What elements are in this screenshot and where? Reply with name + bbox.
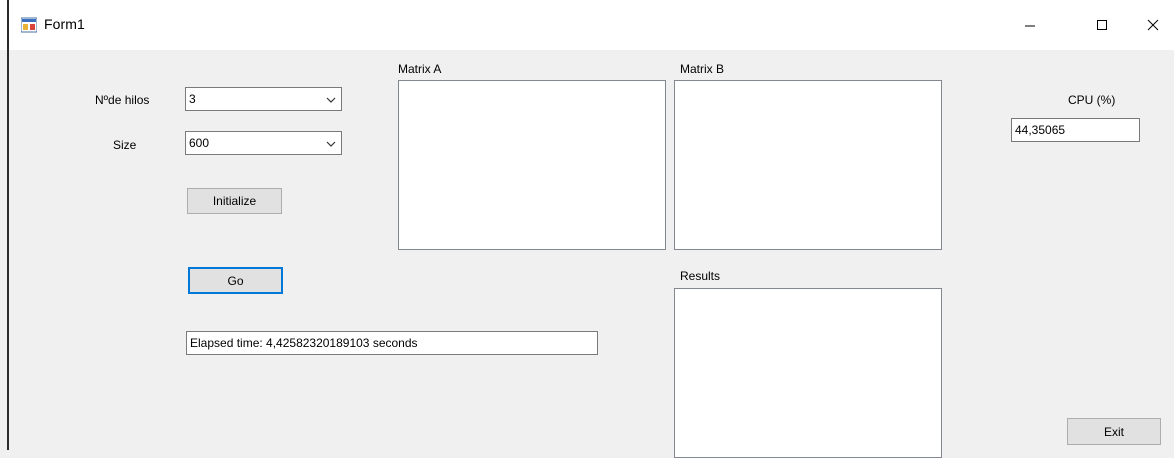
app-icon (21, 17, 37, 33)
initialize-button[interactable]: Initialize (187, 188, 282, 214)
maximize-button[interactable] (1079, 0, 1125, 50)
size-combobox[interactable]: 600 (185, 131, 342, 155)
matrix-b-label: Matrix B (680, 62, 725, 76)
size-label: Size (113, 138, 137, 152)
matrix-b-textarea[interactable] (674, 80, 942, 250)
cpu-label: CPU (%) (1068, 93, 1116, 107)
threads-combobox[interactable]: 3 (185, 87, 342, 111)
threads-label: Nºde hilos (95, 93, 150, 107)
chevron-down-icon (326, 141, 336, 147)
window-left-edge (7, 0, 9, 450)
matrix-a-label: Matrix A (398, 62, 442, 76)
maximize-icon (1097, 20, 1107, 30)
minimize-icon (1025, 25, 1035, 27)
go-button[interactable]: Go (188, 267, 283, 294)
elapsed-time-field[interactable]: Elapsed time: 4,42582320189103 seconds (186, 331, 598, 355)
close-button[interactable] (1130, 0, 1174, 50)
results-textarea[interactable] (674, 288, 942, 458)
chevron-down-icon (326, 97, 336, 103)
minimize-button[interactable] (1007, 0, 1053, 50)
window-title: Form1 (44, 16, 85, 32)
size-value: 600 (189, 136, 210, 150)
threads-value: 3 (189, 92, 196, 106)
close-icon (1147, 19, 1159, 31)
title-bar: Form1 (0, 0, 1174, 50)
exit-button[interactable]: Exit (1067, 418, 1161, 445)
matrix-a-textarea[interactable] (398, 80, 666, 250)
results-label: Results (680, 269, 721, 283)
cpu-field[interactable]: 44,35065 (1011, 118, 1140, 142)
